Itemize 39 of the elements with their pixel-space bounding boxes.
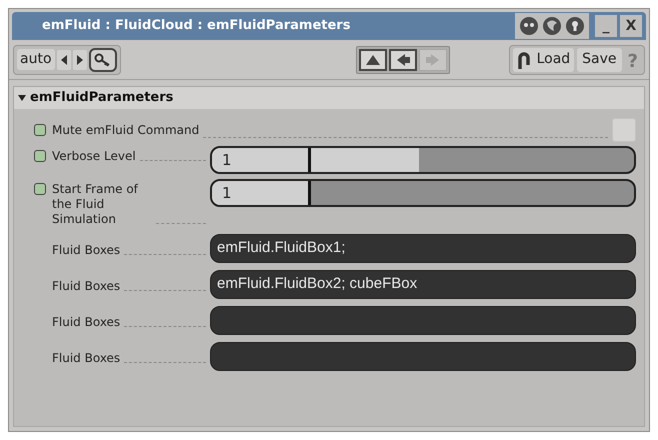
previous-button[interactable]: [56, 50, 71, 70]
param-label: Mute emFluid Command: [52, 122, 200, 139]
field-value: emFluid.FluidBox1;: [217, 238, 346, 258]
param-label: Fluid Boxes: [52, 278, 120, 294]
right-triangle-icon: [76, 54, 83, 64]
window-title: emFluid : FluidCloud : emFluidParameters: [42, 17, 352, 36]
checkbox[interactable]: [612, 118, 636, 142]
key-icon: [94, 52, 112, 66]
slider-field[interactable]: 1: [210, 179, 636, 207]
save-button[interactable]: Save: [577, 48, 622, 72]
left-arrow-icon: [394, 52, 411, 66]
key-button[interactable]: [88, 48, 117, 72]
param-label: Start Frame of the Fluid Simulation: [52, 181, 140, 227]
keyhole-icon[interactable]: [565, 16, 585, 36]
next-button[interactable]: [72, 50, 87, 70]
param-label: Fluid Boxes: [52, 314, 120, 330]
param-label: Fluid Boxes: [52, 350, 120, 366]
load-button[interactable]: Load: [512, 48, 574, 72]
up-arrow-icon: [364, 52, 381, 66]
left-triangle-icon: [60, 54, 67, 64]
text-field[interactable]: [210, 306, 636, 335]
minimize-button[interactable]: _: [595, 15, 617, 37]
slider-value[interactable]: 1: [212, 148, 308, 172]
text-field[interactable]: emFluid.FluidBox2; cubeFBox: [210, 270, 636, 299]
mask-icon[interactable]: [519, 16, 539, 36]
slider-field[interactable]: 1: [210, 146, 636, 174]
slider-value[interactable]: 1: [212, 181, 308, 205]
param-label: Fluid Boxes: [52, 242, 120, 258]
nav-button[interactable]: [388, 48, 417, 70]
nav-button[interactable]: [358, 48, 387, 70]
field-value: emFluid.FluidBox2; cubeFBox: [217, 274, 418, 294]
text-field[interactable]: emFluid.FluidBox1;: [210, 234, 636, 263]
param-label: Verbose Level: [52, 148, 136, 164]
close-button[interactable]: X: [620, 15, 642, 37]
section-header[interactable]: emFluidParameters: [14, 87, 644, 109]
expand-caret-icon: [18, 94, 26, 102]
text-field[interactable]: [210, 342, 636, 371]
preset-button[interactable]: auto: [17, 49, 55, 70]
right-arrow-icon: [424, 52, 441, 66]
